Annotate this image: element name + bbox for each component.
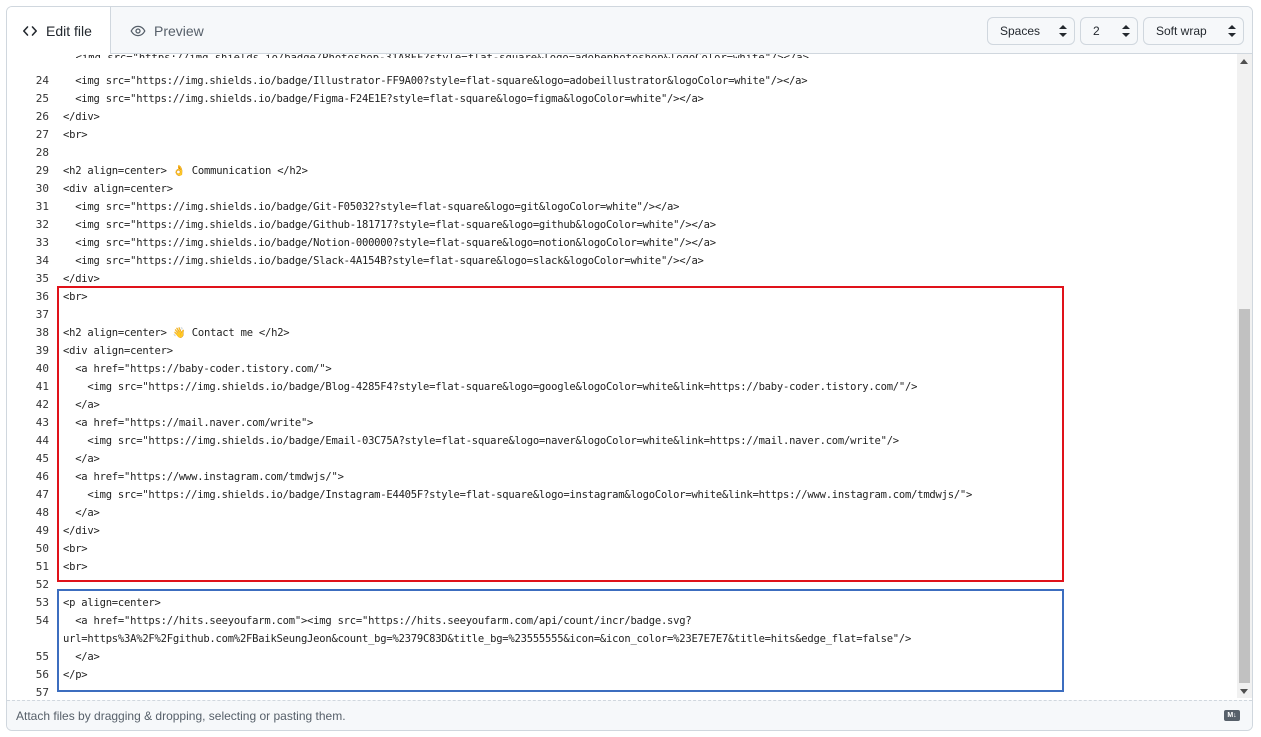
line-number: 52 — [35, 578, 49, 591]
line-number: 31 — [35, 200, 49, 213]
code-line[interactable]: <div align=center> — [63, 180, 173, 198]
code-line[interactable]: <h2 align=center> 👋 Contact me </h2> — [63, 324, 290, 342]
line-number: 24 — [35, 74, 49, 87]
code-line[interactable]: <div align=center> — [63, 342, 173, 360]
code-line[interactable]: <img src="https://img.shields.io/badge/N… — [63, 234, 716, 252]
code-line[interactable]: <img src="https://img.shields.io/badge/G… — [63, 198, 679, 216]
scroll-down-arrow-icon[interactable] — [1240, 689, 1248, 694]
vertical-scrollbar[interactable] — [1237, 54, 1252, 698]
line-number: 32 — [35, 218, 49, 231]
line-number: 43 — [35, 416, 49, 429]
code-lines[interactable]: <img src="https://img.shields.io/badge/I… — [63, 54, 1233, 698]
code-line[interactable]: <a href="https://baby-coder.tistory.com/… — [63, 360, 332, 378]
line-number: 40 — [35, 362, 49, 375]
line-number: 42 — [35, 398, 49, 411]
line-number: 44 — [35, 434, 49, 447]
select-arrows-icon — [1122, 25, 1130, 37]
line-number: 25 — [35, 92, 49, 105]
scrollbar-thumb[interactable] — [1239, 309, 1250, 683]
code-line[interactable]: </div> — [63, 108, 100, 126]
tab-edit-file[interactable]: Edit file — [7, 7, 111, 55]
line-number: 49 — [35, 524, 49, 537]
code-line[interactable]: </a> — [63, 396, 100, 414]
select-arrows-icon — [1228, 25, 1236, 37]
code-line[interactable]: <a href="https://www.instagram.com/tmdwj… — [63, 468, 344, 486]
line-number-gutter: 24 25 26 27 28 29 30 31 32 33 34 35 36 37 38 39 40 41 42 43… — [7, 54, 57, 698]
line-number: 27 — [35, 128, 49, 141]
code-line[interactable]: </p> — [63, 666, 88, 684]
code-line[interactable]: url=https%3A%2F%2Fgithub.com%2FBaikSeung… — [63, 630, 911, 648]
indent-size-value: 2 — [1093, 24, 1100, 38]
code-line[interactable]: <img src="https://img.shields.io/badge/G… — [63, 216, 716, 234]
line-number: 33 — [35, 236, 49, 249]
line-number: 47 — [35, 488, 49, 501]
indent-mode-value: Spaces — [1000, 24, 1041, 38]
wrap-mode-value: Soft wrap — [1156, 24, 1207, 38]
code-editor[interactable]: <img src="https://img.shields.io/badge/P… — [7, 54, 1252, 698]
line-number: 34 — [35, 254, 49, 267]
code-line[interactable]: <a href="https://mail.naver.com/write"> — [63, 414, 313, 432]
line-number: 37 — [35, 308, 49, 321]
line-number: 54 — [35, 614, 49, 627]
indent-size-select[interactable]: 2 — [1080, 17, 1138, 45]
code-line[interactable]: </div> — [63, 522, 100, 540]
attach-files-hint: Attach files by dragging & dropping, sel… — [16, 709, 346, 723]
line-number: 56 — [35, 668, 49, 681]
line-number: 55 — [35, 650, 49, 663]
line-number: 28 — [35, 146, 49, 159]
code-line[interactable]: <img src="https://img.shields.io/badge/E… — [63, 432, 899, 450]
line-number — [7, 630, 49, 648]
editor-tabbar: Edit file Preview Spaces 2 Soft wrap — [7, 7, 1252, 55]
line-number: 35 — [35, 272, 49, 285]
line-number: 30 — [35, 182, 49, 195]
code-line[interactable]: <img src="https://img.shields.io/badge/S… — [63, 252, 704, 270]
select-arrows-icon — [1059, 25, 1067, 37]
code-line[interactable]: <img src="https://img.shields.io/badge/F… — [63, 90, 704, 108]
code-icon — [21, 22, 39, 40]
line-number: 39 — [35, 344, 49, 357]
code-line[interactable]: </a> — [63, 450, 100, 468]
markdown-icon: M↓ — [1224, 710, 1240, 721]
eye-icon — [129, 22, 147, 40]
line-number: 51 — [35, 560, 49, 573]
code-line[interactable]: <br> — [63, 126, 88, 144]
scroll-up-arrow-icon[interactable] — [1240, 59, 1248, 64]
file-editor: Edit file Preview Spaces 2 Soft wrap <im… — [6, 6, 1253, 731]
line-number: 45 — [35, 452, 49, 465]
line-number: 41 — [35, 380, 49, 393]
code-line[interactable]: <br> — [63, 288, 88, 306]
code-line[interactable]: <br> — [63, 558, 88, 576]
tab-edit-file-label: Edit file — [46, 23, 92, 39]
line-number: 48 — [35, 506, 49, 519]
line-number: 50 — [35, 542, 49, 555]
code-line[interactable]: <img src="https://img.shields.io/badge/I… — [63, 72, 807, 90]
code-line[interactable]: <a href="https://hits.seeyoufarm.com"><i… — [63, 612, 692, 630]
code-line[interactable]: </div> — [63, 270, 100, 288]
code-line[interactable]: <img src="https://img.shields.io/badge/B… — [63, 378, 917, 396]
code-line[interactable]: <h2 align=center> 👌 Communication </h2> — [63, 162, 308, 180]
line-number: 26 — [35, 110, 49, 123]
code-line[interactable]: <br> — [63, 540, 88, 558]
attach-files-bar[interactable]: Attach files by dragging & dropping, sel… — [7, 700, 1252, 730]
tab-preview-label: Preview — [154, 22, 204, 39]
line-number: 57 — [35, 686, 49, 698]
code-line[interactable]: </a> — [63, 504, 100, 522]
line-number: 46 — [35, 470, 49, 483]
indent-mode-select[interactable]: Spaces — [987, 17, 1075, 45]
line-number: 29 — [35, 164, 49, 177]
code-line[interactable]: <img src="https://img.shields.io/badge/I… — [63, 486, 972, 504]
line-number: 36 — [35, 290, 49, 303]
code-line[interactable]: <p align=center> — [63, 594, 161, 612]
code-line[interactable]: </a> — [63, 648, 100, 666]
tab-preview[interactable]: Preview — [129, 7, 229, 54]
line-number: 38 — [35, 326, 49, 339]
line-number: 53 — [35, 596, 49, 609]
wrap-mode-select[interactable]: Soft wrap — [1143, 17, 1244, 45]
